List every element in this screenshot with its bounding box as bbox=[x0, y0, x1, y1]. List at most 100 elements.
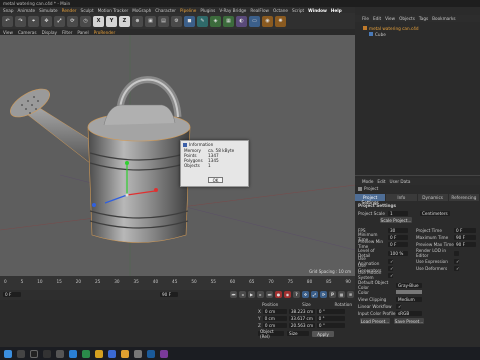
tab-project-settings[interactable]: Project Settings bbox=[355, 194, 387, 205]
max-time-input[interactable]: 90 F bbox=[454, 234, 476, 240]
save-preset-button[interactable]: Save Preset... bbox=[394, 318, 424, 324]
z-axis-lock[interactable]: Z bbox=[119, 15, 130, 27]
rotation-p-input[interactable]: 0 ° bbox=[316, 316, 345, 321]
size-x-input[interactable]: 38.223 cm bbox=[288, 309, 315, 314]
preview-min-input[interactable]: 0 F bbox=[388, 241, 408, 247]
app-taskbar-icon-1[interactable] bbox=[82, 349, 90, 358]
autokey-icon[interactable]: ◉ bbox=[284, 291, 291, 298]
menu-plugins[interactable]: Plugins bbox=[200, 8, 215, 13]
tab-referencing[interactable]: Referencing bbox=[448, 194, 480, 201]
current-frame-field[interactable]: 0 F bbox=[3, 292, 21, 297]
position-x-input[interactable]: 0 cm bbox=[262, 309, 287, 314]
deformer-icon[interactable]: ◐ bbox=[236, 15, 247, 27]
app-taskbar-icon-2[interactable] bbox=[134, 349, 142, 358]
menu-help[interactable]: Help bbox=[331, 8, 342, 13]
menu-animate[interactable]: Animate bbox=[18, 8, 36, 13]
spline-pen-icon[interactable]: ✎ bbox=[197, 15, 208, 27]
task-view-icon[interactable] bbox=[43, 349, 51, 358]
fps-input[interactable]: 30 bbox=[388, 227, 408, 233]
record-icon[interactable]: ● bbox=[275, 291, 282, 298]
size-y-input[interactable]: 33.617 cm bbox=[288, 316, 315, 321]
default-color-select[interactable]: Gray-Blue bbox=[396, 282, 422, 288]
play-icon[interactable]: ▶ bbox=[248, 291, 255, 298]
menu-mograph[interactable]: MoGraph bbox=[132, 8, 151, 13]
tab-info[interactable]: Info bbox=[386, 194, 418, 201]
om-menu-view[interactable]: View bbox=[385, 16, 395, 21]
linear-workflow-checkbox[interactable]: ✓ bbox=[396, 303, 402, 309]
menu-render[interactable]: Render bbox=[62, 8, 77, 13]
rotation-key-icon[interactable]: ⟳ bbox=[320, 291, 327, 298]
y-axis-lock[interactable]: Y bbox=[106, 15, 117, 27]
floor-icon[interactable]: ▭ bbox=[249, 15, 260, 27]
use-generators-checkbox[interactable]: ✓ bbox=[388, 265, 394, 271]
menu-vray-bridge[interactable]: V-Ray Bridge bbox=[219, 8, 246, 13]
attr-menu-mode[interactable]: Mode bbox=[362, 179, 373, 184]
use-deformers-checkbox[interactable]: ✓ bbox=[454, 265, 460, 271]
prev-frame-icon[interactable]: ◂ bbox=[239, 291, 246, 298]
rotation-b-input[interactable]: 0 ° bbox=[316, 323, 345, 328]
timeline-menu-icon[interactable]: ≡ bbox=[347, 291, 354, 298]
cube-icon[interactable]: ◼ bbox=[184, 15, 195, 27]
subdivision-surface-icon[interactable]: ◈ bbox=[210, 15, 221, 27]
x-app-icon[interactable] bbox=[30, 349, 38, 358]
array-icon[interactable]: ▦ bbox=[223, 15, 234, 27]
preview-max-input[interactable]: 90 F bbox=[454, 241, 476, 247]
apply-button[interactable]: Apply bbox=[312, 331, 334, 337]
menu-character[interactable]: Character bbox=[155, 8, 176, 13]
color-profile-select[interactable]: sRGB bbox=[396, 310, 422, 316]
lod-input[interactable]: 100 % bbox=[388, 250, 408, 256]
ok-button[interactable]: OK bbox=[208, 177, 223, 183]
use-animation-checkbox[interactable]: ✓ bbox=[388, 258, 394, 264]
om-menu-objects[interactable]: Objects bbox=[399, 16, 415, 21]
camera-icon[interactable]: ◉ bbox=[262, 15, 273, 27]
scale-key-icon[interactable]: ⤢ bbox=[311, 291, 318, 298]
use-motion-system-checkbox[interactable]: ✓ bbox=[388, 272, 394, 278]
project-time-input[interactable]: 0 F bbox=[454, 227, 476, 233]
size-mode-select[interactable]: Size bbox=[287, 331, 309, 336]
vscode-taskbar-icon[interactable] bbox=[69, 349, 77, 358]
pla-key-icon[interactable]: ▦ bbox=[338, 291, 345, 298]
menu-window[interactable]: Window bbox=[308, 8, 327, 13]
recent-tools-icon[interactable]: ◷ bbox=[80, 15, 91, 27]
position-y-input[interactable]: 0 cm bbox=[262, 316, 287, 321]
x-axis-lock[interactable]: X bbox=[93, 15, 104, 27]
windows-start-icon[interactable] bbox=[4, 349, 12, 358]
om-menu-bookmarks[interactable]: Bookmarks bbox=[432, 16, 455, 21]
color-swatch[interactable] bbox=[396, 290, 422, 294]
param-key-icon[interactable]: P bbox=[329, 291, 336, 298]
timeline-ruler[interactable]: 0 5 10 15 20 25 30 35 40 45 50 55 60 65 … bbox=[0, 276, 355, 290]
om-menu-tags[interactable]: Tags bbox=[419, 16, 428, 21]
menu-motion-tracker[interactable]: Motion Tracker bbox=[98, 8, 129, 13]
render-lod-checkbox[interactable] bbox=[454, 250, 459, 256]
menu-script[interactable]: Script bbox=[292, 8, 304, 13]
coord-mode-select[interactable]: Object (Rel) bbox=[258, 329, 284, 339]
app-taskbar-icon-3[interactable] bbox=[160, 349, 168, 358]
view-menu-cameras[interactable]: Cameras bbox=[18, 30, 37, 35]
view-clipping-select[interactable]: Medium bbox=[396, 296, 422, 302]
view-menu-display[interactable]: Display bbox=[42, 30, 57, 35]
menu-snap[interactable]: Snap bbox=[3, 8, 14, 13]
rotation-h-input[interactable]: 0 ° bbox=[316, 309, 345, 314]
rotate-icon[interactable]: ⟳ bbox=[67, 15, 78, 27]
end-frame-field[interactable]: 90 F bbox=[160, 292, 178, 297]
attr-menu-edit[interactable]: Edit bbox=[377, 179, 385, 184]
live-selection-icon[interactable]: ⌖ bbox=[28, 15, 39, 27]
menu-simulate[interactable]: Simulate bbox=[39, 8, 58, 13]
size-z-input[interactable]: 20.563 cm bbox=[288, 323, 315, 328]
om-menu-file[interactable]: File bbox=[362, 16, 369, 21]
render-settings-icon[interactable]: ⚙ bbox=[171, 15, 182, 27]
object-row-cube[interactable]: Cube bbox=[355, 31, 480, 37]
explorer-taskbar-icon[interactable] bbox=[121, 349, 129, 358]
project-scale-input[interactable]: 1 bbox=[388, 210, 408, 216]
position-key-icon[interactable]: ✥ bbox=[302, 291, 309, 298]
photoshop-taskbar-icon[interactable] bbox=[147, 349, 155, 358]
render-picture-viewer-icon[interactable]: ▤ bbox=[158, 15, 169, 27]
tab-dynamics[interactable]: Dynamics bbox=[417, 194, 449, 201]
move-icon[interactable]: ✥ bbox=[41, 15, 52, 27]
menu-octane[interactable]: Octane bbox=[273, 8, 288, 13]
next-frame-icon[interactable]: ▸ bbox=[257, 291, 264, 298]
scale-icon[interactable]: ⤢ bbox=[54, 15, 65, 27]
keyframe-selection-icon[interactable]: ? bbox=[293, 291, 300, 298]
attr-menu-user-data[interactable]: User Data bbox=[390, 179, 411, 184]
coordinate-system-icon[interactable]: ⊕ bbox=[132, 15, 143, 27]
